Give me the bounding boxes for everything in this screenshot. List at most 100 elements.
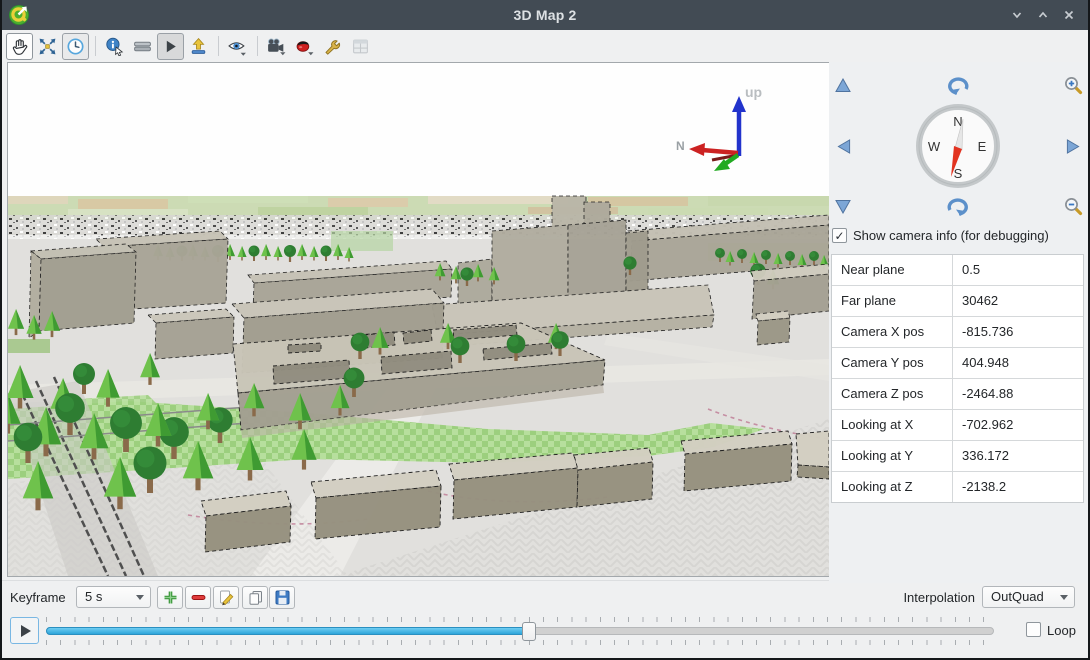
toolbar-separator — [95, 36, 96, 56]
rotate-ccw-button[interactable] — [946, 77, 970, 95]
table-row: Camera X pos-815.736 — [832, 317, 1083, 348]
identify-icon — [105, 37, 124, 56]
camera-view-button[interactable] — [224, 33, 251, 60]
row-label: Camera Y pos — [832, 348, 953, 378]
scene-3d-render: up N — [8, 63, 829, 576]
window-border-left — [0, 0, 2, 660]
identify-button[interactable] — [101, 33, 128, 60]
clock-icon — [66, 37, 85, 56]
save-as-image-button[interactable] — [185, 33, 212, 60]
table-row: Looking at Y336.172 — [832, 441, 1083, 472]
table-row: Near plane0.5 — [832, 255, 1083, 286]
axis-north-label: N — [676, 139, 685, 153]
zoom-out-button[interactable] — [1064, 197, 1083, 216]
row-label: Looking at X — [832, 410, 953, 440]
axis-up-label: up — [745, 84, 762, 100]
export-arrow-icon — [189, 37, 208, 56]
row-label: Looking at Y — [832, 441, 953, 471]
title-bar[interactable]: 3D Map 2 — [0, 0, 1090, 30]
compass[interactable]: N E S W — [915, 103, 1001, 189]
toolbar-separator — [257, 36, 258, 56]
export-animation-button[interactable] — [263, 33, 290, 60]
interpolation-select[interactable]: OutQuad — [982, 586, 1075, 608]
checkmark-icon: ✓ — [834, 229, 844, 243]
save-animation-button[interactable] — [269, 586, 295, 609]
timeline-slider-fill — [46, 627, 528, 635]
qgis-3d-map-window: 3D Map 2 — [0, 0, 1090, 660]
minus-icon — [190, 589, 207, 606]
tilt-up-button[interactable] — [835, 78, 851, 93]
save-icon — [274, 589, 291, 606]
wrench-icon — [323, 37, 342, 56]
close-window-button[interactable] — [1058, 5, 1080, 25]
compass-south-label: S — [954, 166, 963, 181]
table-row: Camera Y pos404.948 — [832, 348, 1083, 379]
keyframe-label: Keyframe — [10, 590, 66, 605]
remove-keyframe-button[interactable] — [185, 586, 211, 609]
close-icon — [1063, 9, 1075, 21]
window-title: 3D Map 2 — [0, 7, 1090, 23]
effects-button[interactable] — [291, 33, 318, 60]
camera-info-table: Near plane0.5 Far plane30462 Camera X po… — [831, 254, 1084, 503]
interpolation-label: Interpolation — [860, 590, 975, 605]
timeline-slider-handle[interactable] — [522, 622, 536, 641]
map-3d-viewport[interactable]: up N — [7, 62, 830, 577]
slider-ticks-bottom — [46, 640, 994, 645]
loop-checkbox[interactable] — [1026, 622, 1041, 637]
row-value: -815.736 — [953, 317, 1083, 347]
tilt-down-button[interactable] — [835, 199, 851, 214]
pencil-icon — [218, 589, 235, 606]
measurement-line-button[interactable] — [129, 33, 156, 60]
zoom-full-button[interactable] — [34, 33, 61, 60]
play-animation-button[interactable] — [157, 33, 184, 60]
row-value: 30462 — [953, 286, 1083, 316]
pan-left-button[interactable] — [836, 139, 852, 154]
copy-icon — [247, 589, 264, 606]
camera-control-button[interactable] — [6, 33, 33, 60]
timeline-slider[interactable] — [46, 627, 994, 635]
row-value: 0.5 — [953, 255, 1083, 285]
keyframe-time-select[interactable]: 5 s — [76, 586, 151, 608]
configure-button[interactable] — [319, 33, 346, 60]
row-value: -702.962 — [953, 410, 1083, 440]
chevron-down-icon — [1060, 595, 1068, 600]
row-label: Looking at Z — [832, 472, 953, 502]
zoom-full-icon — [38, 37, 57, 56]
dock-view-button[interactable] — [347, 33, 374, 60]
interpolation-selected-value: OutQuad — [991, 589, 1044, 604]
show-camera-info-label: Show camera info (for debugging) — [853, 228, 1049, 243]
measure-icon — [133, 37, 152, 56]
show-camera-info-checkbox[interactable]: ✓ Show camera info (for debugging) — [832, 228, 1049, 243]
play-icon — [161, 37, 180, 56]
navigation-clock-button[interactable] — [62, 33, 89, 60]
dock-window-icon — [351, 37, 370, 56]
row-label: Far plane — [832, 286, 953, 316]
edit-keyframe-button[interactable] — [213, 586, 239, 609]
add-keyframe-button[interactable] — [157, 586, 183, 609]
unshade-icon — [1037, 9, 1049, 21]
row-value: -2138.2 — [953, 472, 1083, 502]
plus-icon — [162, 589, 179, 606]
navigation-panel: N E S W ✓ Show camera info ( — [829, 62, 1088, 583]
table-row: Camera Z pos-2464.88 — [832, 379, 1083, 410]
play-button[interactable] — [10, 617, 39, 644]
maximize-window-button[interactable] — [1032, 5, 1054, 25]
shade-icon — [1011, 9, 1023, 21]
row-value: -2464.88 — [953, 379, 1083, 409]
zoom-in-button[interactable] — [1064, 76, 1083, 95]
pan-right-button[interactable] — [1065, 139, 1081, 154]
movie-camera-icon — [266, 37, 287, 56]
row-label: Camera Z pos — [832, 379, 953, 409]
table-row: Far plane30462 — [832, 286, 1083, 317]
eye-icon — [227, 37, 248, 56]
duplicate-keyframe-button[interactable] — [242, 586, 268, 609]
play-icon — [21, 625, 31, 637]
table-row: Looking at Z-2138.2 — [832, 472, 1083, 502]
row-value: 336.172 — [953, 441, 1083, 471]
rotate-cw-button[interactable] — [946, 198, 970, 216]
row-label: Camera X pos — [832, 317, 953, 347]
pan-hand-icon — [10, 37, 29, 56]
shade-window-button[interactable] — [1006, 5, 1028, 25]
slider-ticks-top — [46, 617, 994, 622]
row-label: Near plane — [832, 255, 953, 285]
